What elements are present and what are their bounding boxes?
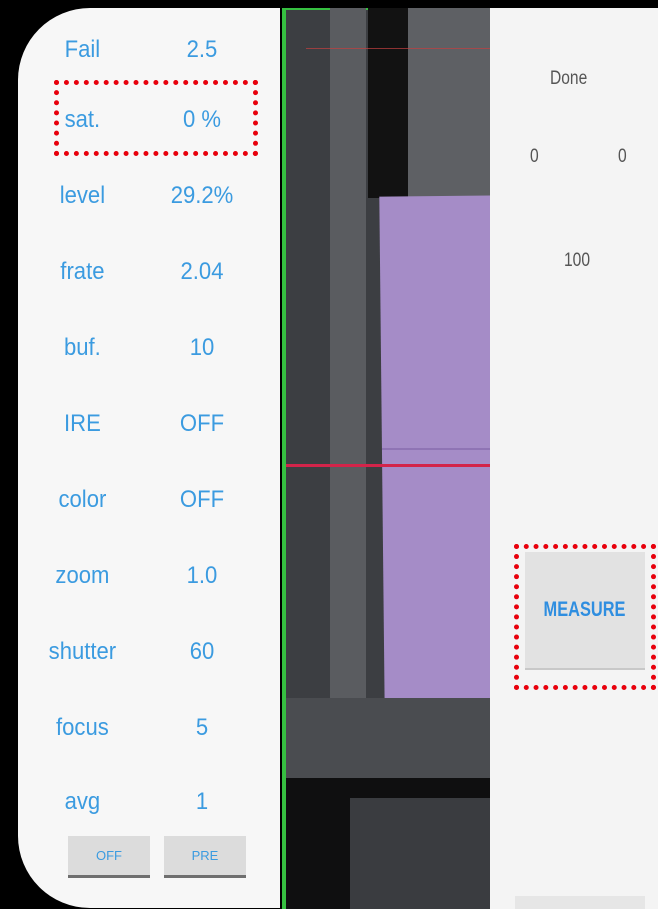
param-label: Fail [64,36,101,63]
measure-highlight [514,544,656,690]
param-value: 29.2% [170,182,234,209]
camera-preview[interactable] [282,8,490,909]
param-value: OFF [179,410,225,437]
param-value: 5 [195,714,209,741]
param-label: level [59,182,106,209]
param-label: frate [60,258,105,285]
bottom-bar [515,896,645,909]
param-row-color[interactable]: color OFF [18,480,259,520]
param-row-level[interactable]: level 29.2% [18,176,259,216]
param-value: OFF [179,486,225,513]
measurement-status: Done [550,68,588,89]
crosshair-line [286,464,490,467]
param-value: 1.0 [186,562,218,589]
preview-dark-strip [368,8,408,198]
param-label: zoom [55,562,110,589]
param-row-ire[interactable]: IRE OFF [18,404,259,444]
param-row-frate[interactable]: frate 2.04 [18,252,259,292]
pre-button[interactable]: PRE [164,836,246,878]
param-value: 1 [195,788,209,815]
param-row-focus[interactable]: focus 5 [18,708,259,748]
param-label: focus [56,714,109,741]
result-value-center: 100 [564,250,590,271]
results-panel [490,8,658,909]
test-target-seam [382,448,490,450]
param-row-zoom[interactable]: zoom 1.0 [18,556,259,596]
param-label: IRE [63,410,101,437]
param-label: avg [64,788,101,815]
param-value: 2.5 [186,36,218,63]
result-value-left: 0 [530,146,539,167]
param-row-buffer[interactable]: buf. 10 [18,328,259,368]
saturation-highlight [54,80,258,156]
param-value: 60 [189,638,215,665]
preview-guide-line [306,48,490,49]
result-value-right: 0 [618,146,627,167]
preview-bottom-object [350,798,490,909]
preview-lower-area [286,698,490,778]
param-label: color [58,486,107,513]
param-value: 2.04 [180,258,224,285]
param-row-fail[interactable]: Fail 2.5 [18,30,259,70]
param-label: buf. [63,334,101,361]
param-label: shutter [48,638,117,665]
param-row-shutter[interactable]: shutter 60 [18,632,259,672]
param-value: 10 [189,334,215,361]
test-target-card [379,195,490,711]
preview-background-strip [408,8,490,198]
off-button[interactable]: OFF [68,836,150,878]
param-row-avg[interactable]: avg 1 [18,782,259,822]
